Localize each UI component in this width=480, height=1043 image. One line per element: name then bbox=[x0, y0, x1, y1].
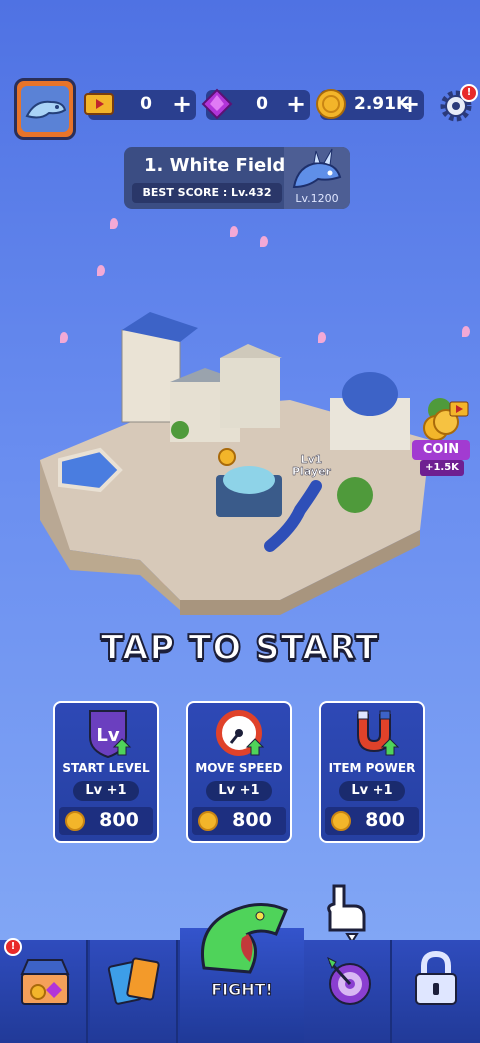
coin-icon bbox=[198, 811, 218, 831]
player-marker: Lv1 Player bbox=[292, 453, 331, 478]
upgrade-cost-button[interactable]: 800 bbox=[192, 807, 286, 835]
upgrade-card-item-power[interactable]: ITEM POWER Lv +1 800 bbox=[319, 701, 425, 843]
coin-offer-amount: +1.5K bbox=[420, 460, 464, 476]
tutorial-pointer-hand-icon bbox=[327, 884, 366, 944]
tickets-value: 0 bbox=[140, 94, 152, 114]
petal bbox=[230, 226, 238, 237]
magnet-icon bbox=[357, 710, 400, 756]
add-gems-button[interactable]: + bbox=[284, 91, 308, 117]
coin-icon bbox=[316, 89, 346, 119]
coin-offer-label: COIN bbox=[412, 440, 470, 460]
fight-label: FIGHT! bbox=[211, 980, 274, 1000]
shop-icon bbox=[20, 959, 70, 1005]
nav-locked-button[interactable] bbox=[392, 940, 480, 1043]
best-score-label: BEST SCORE : Lv.432 bbox=[132, 183, 282, 203]
level-shield-icon: Lv bbox=[89, 710, 132, 759]
upgrade-level: Lv +1 bbox=[206, 781, 272, 801]
upgrade-level: Lv +1 bbox=[73, 781, 139, 801]
upgrade-level: Lv +1 bbox=[339, 781, 405, 801]
upgrade-price: 800 bbox=[365, 809, 405, 831]
coins-value: 2.91K bbox=[354, 94, 410, 114]
upgrade-cost-button[interactable]: 800 bbox=[325, 807, 419, 835]
cards-icon bbox=[107, 957, 160, 1005]
video-ticket-icon bbox=[84, 93, 114, 115]
nav-cards-button[interactable] bbox=[90, 940, 178, 1043]
shop-alert-badge: ! bbox=[4, 938, 22, 956]
settings-button[interactable]: ! bbox=[438, 84, 478, 124]
upgrade-price: 800 bbox=[99, 809, 139, 831]
bottom-navigation: ! FIGHT! bbox=[0, 903, 480, 1043]
gems-value: 0 bbox=[256, 94, 268, 114]
petal bbox=[97, 265, 105, 276]
lock-icon bbox=[415, 950, 457, 1005]
gem-icon bbox=[201, 88, 233, 120]
petal bbox=[260, 236, 268, 247]
coin-icon bbox=[65, 811, 85, 831]
upgrade-cost-button[interactable]: 800 bbox=[59, 807, 153, 835]
upgrade-card-move-speed[interactable]: MOVE SPEED Lv +1 800 bbox=[186, 701, 292, 843]
target-icon bbox=[327, 956, 371, 1005]
dragon-portrait-icon bbox=[21, 86, 69, 132]
speedometer-icon bbox=[216, 710, 265, 756]
player-avatar-button[interactable] bbox=[14, 78, 76, 140]
upgrade-name: ITEM POWER bbox=[328, 761, 416, 775]
level-map[interactable]: Lv1 Player bbox=[30, 300, 470, 630]
coin-video-offer-button[interactable]: COIN +1.5K bbox=[412, 400, 470, 480]
stage-title: 1. White Field bbox=[144, 155, 286, 176]
island-map-illustration bbox=[40, 312, 452, 615]
upgrade-price: 800 bbox=[232, 809, 272, 831]
coin-icon bbox=[331, 811, 351, 831]
petal bbox=[110, 218, 118, 229]
player-name-label: Player bbox=[292, 465, 331, 478]
add-coins-button[interactable]: + bbox=[398, 91, 422, 117]
add-tickets-button[interactable]: + bbox=[170, 91, 194, 117]
upgrade-name: MOVE SPEED bbox=[195, 761, 283, 775]
stage-card[interactable]: 1. White Field BEST SCORE : Lv.432 Lv.12… bbox=[124, 147, 350, 209]
upgrade-card-start-level[interactable]: Lv START LEVEL Lv +1 800 bbox=[53, 701, 159, 843]
boss-level-label: Lv.1200 bbox=[295, 192, 339, 205]
tap-to-start-label[interactable]: TAP TO START bbox=[0, 627, 480, 669]
svg-text:Lv: Lv bbox=[96, 725, 119, 746]
nav-fight-button[interactable]: FIGHT! bbox=[180, 903, 304, 1043]
settings-alert-badge: ! bbox=[460, 84, 478, 102]
nav-target-button[interactable] bbox=[304, 940, 392, 1043]
boss-portrait: Lv.1200 bbox=[284, 147, 350, 209]
top-bar: 0 + 0 + 2.91K + ! bbox=[0, 78, 480, 142]
nav-shop-button[interactable]: ! bbox=[0, 938, 88, 1043]
upgrade-name: START LEVEL bbox=[62, 761, 150, 775]
gems-counter: 0 + bbox=[201, 88, 310, 120]
coins-counter: 2.91K + bbox=[316, 89, 424, 120]
tickets-counter: 0 + bbox=[84, 90, 196, 120]
coin-stack-icon bbox=[423, 401, 469, 441]
blue-dragon-boss-icon bbox=[292, 148, 342, 189]
snake-head-icon bbox=[201, 903, 288, 974]
